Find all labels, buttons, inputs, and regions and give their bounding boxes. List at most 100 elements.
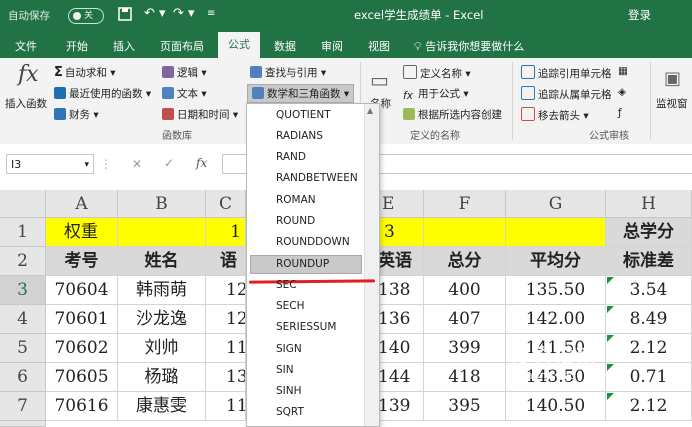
row-header-2[interactable]: 2 <box>0 247 46 276</box>
autosum-button[interactable]: Σ 自动求和 ▾ <box>54 65 116 80</box>
cell-f6[interactable]: 418 <box>424 363 506 392</box>
row-header-4[interactable]: 4 <box>0 305 46 334</box>
tab-data[interactable]: 数据 <box>274 38 296 54</box>
cell-h3[interactable]: 3.54 <box>606 276 692 305</box>
cell-e1[interactable]: 3 <box>378 218 424 247</box>
financial-button[interactable]: 财务 ▾ <box>54 107 99 122</box>
menu-item-sin[interactable]: SIN <box>276 364 294 376</box>
tab-view[interactable]: 视图 <box>368 38 390 54</box>
menu-item-seriessum[interactable]: SERIESSUM <box>276 321 336 333</box>
undo-icon[interactable]: ↶ ▾ <box>144 6 166 21</box>
cell-b7[interactable]: 康惠雯 <box>118 392 206 421</box>
cell-h1[interactable]: 总学分 <box>606 218 692 247</box>
tab-review[interactable]: 审阅 <box>321 38 343 54</box>
tab-page-layout[interactable]: 页面布局 <box>160 38 204 54</box>
cell-f1[interactable] <box>424 218 506 247</box>
create-from-selection-button[interactable]: 根据所选内容创建 <box>403 107 502 122</box>
remove-arrows-button[interactable]: 移去箭头 ▾ <box>521 107 589 123</box>
cell-b3[interactable]: 韩雨萌 <box>118 276 206 305</box>
trace-precedents-button[interactable]: 追踪引用单元格 <box>521 65 612 81</box>
cell-b6[interactable]: 杨璐 <box>118 363 206 392</box>
watch-window-button[interactable]: 监视窗 <box>656 96 688 111</box>
cell-h5[interactable]: 2.12 <box>606 334 692 363</box>
login-link[interactable]: 登录 <box>628 7 651 23</box>
column-header-g[interactable]: G <box>506 190 606 218</box>
redo-icon[interactable]: ↷ ▾ <box>173 6 195 21</box>
tab-home[interactable]: 开始 <box>66 38 88 54</box>
menu-item-rand[interactable]: RAND <box>276 151 306 163</box>
cell-c1[interactable]: 1 <box>206 218 246 247</box>
cell-a7[interactable]: 70616 <box>46 392 118 421</box>
select-all-corner[interactable] <box>0 190 46 218</box>
cell-b4[interactable]: 沙龙逸 <box>118 305 206 334</box>
tell-me-search[interactable]: 💡︎ 告诉我你想要做什么 <box>414 38 524 54</box>
enter-icon[interactable]: ✓ <box>164 156 174 170</box>
row-header-6[interactable]: 6 <box>0 363 46 392</box>
use-in-formula-button[interactable]: fx 用于公式 ▾ <box>403 86 469 102</box>
error-indicator-icon[interactable] <box>607 393 614 400</box>
row-header-1[interactable]: 1 <box>0 218 46 247</box>
row-header-5[interactable]: 5 <box>0 334 46 363</box>
cell-a3[interactable]: 70604 <box>46 276 118 305</box>
column-header-a[interactable]: A <box>46 190 118 218</box>
error-indicator-icon[interactable] <box>607 306 614 313</box>
menu-item-sech[interactable]: SECH <box>276 300 305 312</box>
cell-e7[interactable]: 139 <box>378 392 424 421</box>
cell-e2[interactable]: 英语 <box>378 247 424 276</box>
cell-h2[interactable]: 标准差 <box>606 247 692 276</box>
dropdown-scrollbar[interactable]: ▲ <box>364 104 379 426</box>
cell-h6[interactable]: 0.71 <box>606 363 692 392</box>
column-header-h[interactable]: H <box>606 190 692 218</box>
insert-function-button[interactable]: 插入函数 <box>5 96 47 111</box>
cell-f2[interactable]: 总分 <box>424 247 506 276</box>
cell-a2[interactable]: 考号 <box>46 247 118 276</box>
menu-item-sec[interactable]: SEC <box>276 279 297 291</box>
row-header-7[interactable]: 7 <box>0 392 46 421</box>
cell-f7[interactable]: 395 <box>424 392 506 421</box>
cell-c2[interactable]: 语 <box>206 247 246 276</box>
row-header-3[interactable]: 3 <box>0 276 46 305</box>
cell-c5[interactable]: 11 <box>206 334 246 363</box>
column-header-f[interactable]: F <box>424 190 506 218</box>
cell-a4[interactable]: 70601 <box>46 305 118 334</box>
text-button[interactable]: 文本 ▾ <box>162 86 207 101</box>
save-icon[interactable] <box>118 7 132 25</box>
datetime-button[interactable]: 日期和时间 ▾ <box>162 107 238 122</box>
autosave-toggle[interactable]: 关 <box>68 8 104 24</box>
column-header-e[interactable]: E <box>378 190 424 218</box>
cell-b5[interactable]: 刘帅 <box>118 334 206 363</box>
cell-f3[interactable]: 400 <box>424 276 506 305</box>
menu-item-roman[interactable]: ROMAN <box>276 194 316 206</box>
cancel-icon[interactable]: ✕ <box>132 157 142 171</box>
cell-e5[interactable]: 140 <box>378 334 424 363</box>
chevron-down-icon[interactable]: ▾ <box>84 155 89 175</box>
error-check-icon[interactable]: ◈ <box>618 86 626 98</box>
cell-c7[interactable]: 11 <box>206 392 246 421</box>
menu-item-sqrt[interactable]: SQRT <box>276 406 304 418</box>
cell-b2[interactable]: 姓名 <box>118 247 206 276</box>
column-header-c[interactable]: C <box>206 190 246 218</box>
row-header-8[interactable] <box>0 421 46 427</box>
cell-g1[interactable] <box>506 218 606 247</box>
show-formulas-icon[interactable]: ▦ <box>618 65 628 77</box>
cell-a6[interactable]: 70605 <box>46 363 118 392</box>
math-trig-button[interactable]: 数学和三角函数 ▾ <box>247 84 355 103</box>
cell-c4[interactable]: 12 <box>206 305 246 334</box>
quick-access-customize-icon[interactable]: ≡ <box>207 8 215 19</box>
menu-item-round[interactable]: ROUND <box>276 215 315 227</box>
menu-item-sign[interactable]: SIGN <box>276 343 302 355</box>
tab-file[interactable]: 文件 <box>15 38 37 54</box>
cell-b1[interactable] <box>118 218 206 247</box>
cell-e3[interactable]: 138 <box>378 276 424 305</box>
cell-g3[interactable]: 135.50 <box>506 276 606 305</box>
cell-c3[interactable]: 12 <box>206 276 246 305</box>
cell-e6[interactable]: 144 <box>378 363 424 392</box>
recent-functions-button[interactable]: 最近使用的函数 ▾ <box>54 86 151 101</box>
tab-insert[interactable]: 插入 <box>113 38 135 54</box>
tab-formulas[interactable]: 公式 <box>218 32 260 58</box>
define-name-button[interactable]: 定义名称 ▾ <box>403 65 471 81</box>
cell-g2[interactable]: 平均分 <box>506 247 606 276</box>
evaluate-formula-icon[interactable]: ƒ <box>618 107 622 119</box>
menu-item-quotient[interactable]: QUOTIENT <box>276 109 331 121</box>
lookup-button[interactable]: 查找与引用 ▾ <box>250 65 326 80</box>
